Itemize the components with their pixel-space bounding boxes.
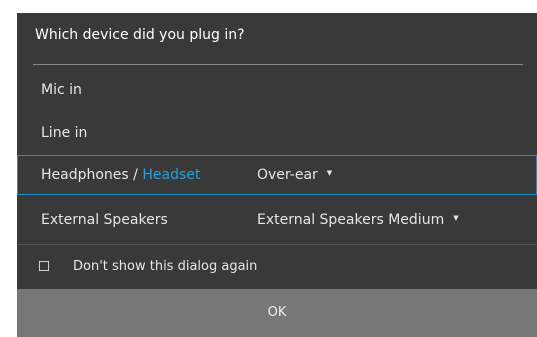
checkbox-label: Don't show this dialog again bbox=[73, 259, 258, 274]
speaker-type-dropdown[interactable]: External Speakers Medium ▼ bbox=[257, 200, 459, 240]
option-label-accent: Headset bbox=[142, 167, 201, 183]
option-label: Line in bbox=[41, 125, 88, 141]
dropdown-value: Over-ear bbox=[257, 167, 318, 183]
dont-show-again-row[interactable]: Don't show this dialog again bbox=[17, 245, 537, 289]
dialog-title: Which device did you plug in? bbox=[35, 27, 245, 43]
device-dialog: Which device did you plug in? Mic in Lin… bbox=[17, 13, 537, 337]
caret-down-icon: ▼ bbox=[326, 169, 333, 177]
headphone-type-dropdown[interactable]: Over-ear ▼ bbox=[257, 156, 332, 194]
option-headphones-headset[interactable]: Headphones / Headset Over-ear ▼ bbox=[17, 155, 537, 195]
option-label: Headphones / Headset bbox=[41, 156, 200, 194]
option-line-in[interactable]: Line in bbox=[17, 113, 537, 153]
option-label: External Speakers bbox=[41, 212, 168, 228]
dont-show-again-checkbox[interactable] bbox=[39, 261, 49, 271]
caret-down-icon: ▼ bbox=[453, 214, 459, 222]
dropdown-value: External Speakers Medium bbox=[257, 212, 445, 228]
option-label-main: Headphones / bbox=[41, 167, 143, 183]
option-external-speakers[interactable]: External Speakers External Speakers Medi… bbox=[17, 200, 537, 240]
option-mic-in[interactable]: Mic in bbox=[17, 70, 537, 110]
option-label: Mic in bbox=[41, 82, 82, 98]
ok-button[interactable]: OK bbox=[17, 289, 537, 337]
title-divider bbox=[33, 64, 523, 65]
